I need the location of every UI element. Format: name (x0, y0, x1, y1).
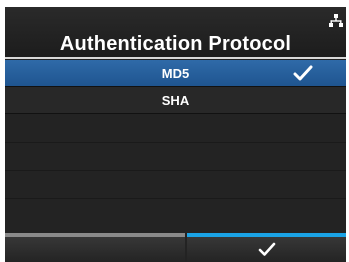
list-item-label: SHA (161, 93, 190, 108)
checkmark-icon (293, 65, 313, 81)
list-item-sha[interactable]: SHA (5, 87, 346, 114)
back-softkey[interactable] (5, 233, 185, 262)
title-bar: Authentication Protocol (5, 7, 346, 59)
confirm-softkey[interactable] (187, 233, 346, 262)
softkey-indicator (5, 233, 185, 237)
protocol-list: MD5 SHA (5, 60, 346, 114)
title-divider (5, 57, 346, 59)
softkey-bar (5, 233, 346, 262)
softkey-indicator (187, 233, 346, 237)
network-icon (329, 14, 343, 27)
row-divider (5, 142, 346, 143)
row-divider (5, 170, 346, 171)
list-item-md5[interactable]: MD5 (5, 60, 346, 87)
checkmark-icon (258, 242, 276, 256)
page-title: Authentication Protocol (59, 33, 292, 55)
row-divider (5, 198, 346, 199)
printer-screen: Authentication Protocol MD5 SHA (5, 7, 346, 262)
